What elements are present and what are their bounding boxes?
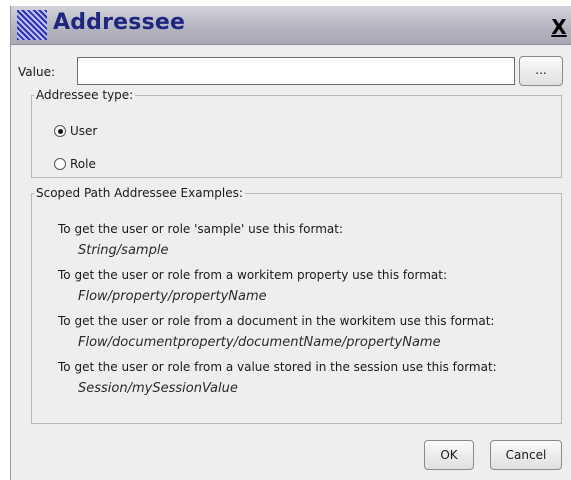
title-pattern-icon xyxy=(17,10,47,40)
example-description: To get the user or role from a workitem … xyxy=(58,268,447,282)
example-format: Flow/documentproperty/documentName/prope… xyxy=(78,335,441,350)
browse-button[interactable]: ... xyxy=(519,56,563,86)
radio-role[interactable]: Role xyxy=(54,155,96,173)
example-format: Flow/property/propertyName xyxy=(78,289,267,304)
radio-role-label: Role xyxy=(70,157,96,171)
example-format: String/sample xyxy=(78,243,169,258)
addressee-type-legend: Addressee type: xyxy=(36,88,134,102)
example-description: To get the user or role from a value sto… xyxy=(58,360,497,374)
title-bar[interactable]: Addressee X xyxy=(11,6,571,45)
example-description: To get the user or role from a document … xyxy=(58,314,495,328)
radio-user-indicator[interactable] xyxy=(54,125,66,137)
example-description: To get the user or role 'sample' use thi… xyxy=(58,222,343,236)
ok-button[interactable]: OK xyxy=(424,440,474,470)
addressee-dialog: Addressee X Value: ... Addressee type: U… xyxy=(10,6,571,480)
dialog-title: Addressee xyxy=(53,10,186,35)
examples-legend: Scoped Path Addressee Examples: xyxy=(36,186,243,200)
addressee-type-group: Addressee type: User Role xyxy=(31,88,562,178)
radio-user-label: User xyxy=(70,124,98,138)
cancel-button[interactable]: Cancel xyxy=(490,440,562,470)
examples-group: Scoped Path Addressee Examples: To get t… xyxy=(31,186,562,424)
value-input[interactable] xyxy=(77,57,515,85)
example-format: Session/mySessionValue xyxy=(78,381,238,396)
value-label: Value: xyxy=(18,65,55,79)
close-button[interactable]: X xyxy=(547,15,571,39)
radio-user[interactable]: User xyxy=(54,122,97,140)
radio-role-indicator[interactable] xyxy=(54,158,66,170)
